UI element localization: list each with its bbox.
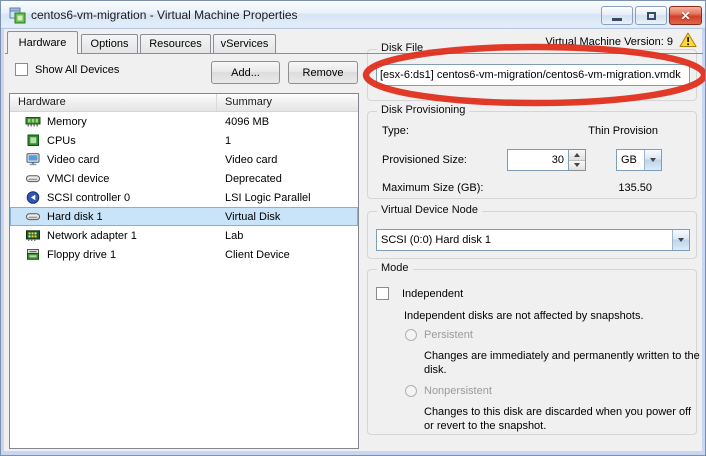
device-name: SCSI controller 0	[45, 192, 217, 204]
provisioned-size-label: Provisioned Size:	[382, 154, 467, 166]
maximum-size-label: Maximum Size (GB):	[382, 182, 483, 194]
table-row-video-card[interactable]: Video card Video card	[10, 150, 358, 169]
nonpersistent-radio[interactable]	[405, 385, 417, 397]
tab-resources[interactable]: Resources	[140, 34, 211, 53]
provisioned-size-stepper	[569, 149, 586, 171]
virtual-device-node-group-label: Virtual Device Node	[377, 204, 482, 216]
spin-up-icon	[574, 153, 580, 157]
table-row-floppy-drive[interactable]: Floppy drive 1 Client Device	[10, 245, 358, 264]
spin-up-button[interactable]	[569, 150, 585, 160]
device-summary: 4096 MB	[217, 116, 357, 128]
device-summary: Virtual Disk	[217, 211, 357, 223]
type-label: Type:	[382, 125, 409, 137]
device-summary: Deprecated	[217, 173, 357, 185]
independent-description: Independent disks are not affected by sn…	[404, 309, 692, 323]
independent-checkbox[interactable]	[376, 287, 389, 300]
size-unit-value: GB	[617, 154, 644, 166]
hardware-table-header[interactable]: Hardware Summary	[10, 94, 358, 112]
close-icon: ✕	[680, 9, 690, 23]
mode-group-label: Mode	[377, 262, 413, 274]
persistent-label: Persistent	[424, 329, 473, 341]
floppy-drive-icon	[21, 248, 45, 261]
dropdown-button[interactable]	[672, 230, 689, 250]
table-row-memory[interactable]: Memory 4096 MB	[10, 112, 358, 131]
device-name: Floppy drive 1	[45, 249, 217, 261]
device-name: Hard disk 1	[45, 211, 217, 223]
network-adapter-icon	[21, 229, 45, 242]
tab-label: vServices	[221, 38, 269, 50]
tab-label: Resources	[149, 38, 202, 50]
independent-label: Independent	[402, 288, 463, 300]
vmci-device-icon	[21, 172, 45, 185]
vm-version-label: Virtual Machine Version: 9	[545, 36, 673, 48]
device-name: Video card	[45, 154, 217, 166]
persistent-description: Changes are immediately and permanently …	[424, 349, 700, 377]
device-summary: 1	[217, 135, 357, 147]
tab-vservices[interactable]: vServices	[213, 34, 276, 53]
table-row-hard-disk-selected[interactable]: Hard disk 1 Virtual Disk	[10, 207, 358, 226]
memory-icon	[21, 115, 45, 128]
dropdown-button[interactable]	[644, 150, 661, 170]
device-summary: Lab	[217, 230, 357, 242]
tab-hardware[interactable]: Hardware	[7, 31, 78, 54]
spin-down-button[interactable]	[569, 160, 585, 171]
disk-provisioning-group: Disk Provisioning Type: Thin Provision P…	[367, 111, 697, 199]
scsi-controller-icon	[21, 191, 45, 204]
add-button[interactable]: Add...	[211, 61, 280, 84]
disk-provisioning-group-label: Disk Provisioning	[377, 104, 469, 116]
mode-group: Mode Independent Independent disks are n…	[367, 269, 697, 435]
video-card-icon	[21, 153, 45, 166]
tab-options[interactable]: Options	[81, 34, 138, 53]
device-summary: Client Device	[217, 249, 357, 261]
size-unit-select[interactable]: GB	[616, 149, 662, 171]
tab-strip-divider	[5, 53, 703, 54]
table-row-scsi-controller[interactable]: SCSI controller 0 LSI Logic Parallel	[10, 188, 358, 207]
minimize-button[interactable]	[601, 6, 633, 25]
device-name: Memory	[45, 116, 217, 128]
spin-down-icon	[574, 163, 580, 167]
provisioned-size-input[interactable]	[507, 149, 569, 171]
remove-button[interactable]: Remove	[288, 61, 358, 84]
hard-disk-icon	[21, 210, 45, 223]
device-name: VMCI device	[45, 173, 217, 185]
cpu-icon	[21, 134, 45, 147]
device-summary: LSI Logic Parallel	[217, 192, 357, 204]
maximum-size-value: 135.50	[618, 182, 652, 194]
add-button-label: Add...	[231, 67, 260, 79]
table-row-vmci-device[interactable]: VMCI device Deprecated	[10, 169, 358, 188]
device-name: CPUs	[45, 135, 217, 147]
maximize-button[interactable]	[635, 6, 667, 25]
minimize-icon	[612, 18, 622, 21]
chevron-down-icon	[650, 158, 656, 162]
tab-label: Options	[91, 38, 129, 50]
disk-file-group: Disk File [esx-6:ds1] centos6-vm-migrati…	[367, 49, 697, 101]
column-header-hardware[interactable]: Hardware	[10, 94, 217, 111]
window-title: centos6-vm-migration - Virtual Machine P…	[31, 8, 298, 22]
disk-file-field[interactable]: [esx-6:ds1] centos6-vm-migration/centos6…	[376, 64, 690, 86]
tab-label: Hardware	[19, 37, 67, 49]
type-value: Thin Provision	[588, 125, 658, 137]
close-button[interactable]: ✕	[669, 6, 702, 25]
show-all-devices-checkbox[interactable]	[15, 63, 28, 76]
virtual-device-node-group: Virtual Device Node SCSI (0:0) Hard disk…	[367, 211, 697, 259]
vm-properties-window: centos6-vm-migration - Virtual Machine P…	[0, 0, 706, 456]
chevron-down-icon	[678, 238, 684, 242]
column-header-summary[interactable]: Summary	[217, 94, 358, 111]
table-row-cpus[interactable]: CPUs 1	[10, 131, 358, 150]
nonpersistent-label: Nonpersistent	[424, 385, 492, 397]
remove-button-label: Remove	[303, 67, 344, 79]
show-all-devices-label: Show All Devices	[35, 64, 119, 76]
vm-icon	[9, 7, 26, 27]
title-bar[interactable]: centos6-vm-migration - Virtual Machine P…	[1, 1, 705, 29]
hardware-table: Hardware Summary Memory 4096 MB CPUs 1 V…	[9, 93, 359, 449]
virtual-device-node-value: SCSI (0:0) Hard disk 1	[377, 234, 672, 246]
device-name: Network adapter 1	[45, 230, 217, 242]
nonpersistent-description: Changes to this disk are discarded when …	[424, 405, 700, 433]
virtual-device-node-select[interactable]: SCSI (0:0) Hard disk 1	[376, 229, 690, 251]
table-row-network-adapter[interactable]: Network adapter 1 Lab	[10, 226, 358, 245]
persistent-radio[interactable]	[405, 329, 417, 341]
device-summary: Video card	[217, 154, 357, 166]
maximize-icon	[647, 12, 656, 20]
